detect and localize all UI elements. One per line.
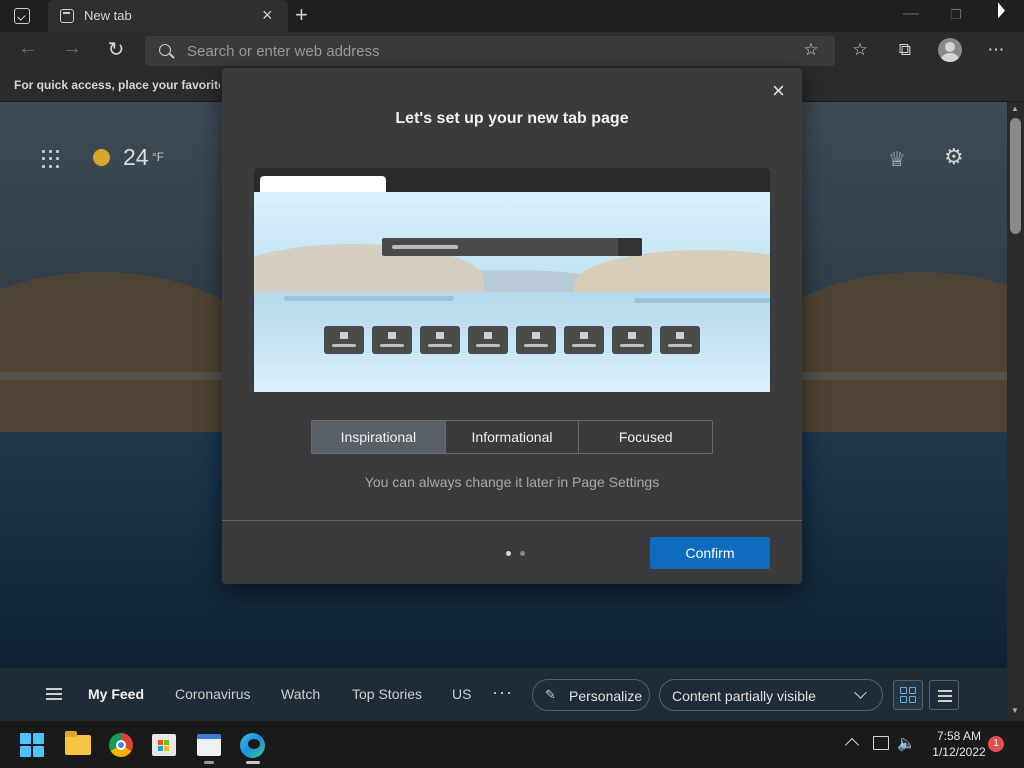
pencil-icon: ✎ xyxy=(545,687,556,702)
option-informational[interactable]: Informational xyxy=(446,421,580,453)
tab-new-tab[interactable]: New tab × xyxy=(48,0,288,32)
content-visibility-dropdown[interactable]: Content partially visible xyxy=(659,679,883,711)
microsoft-store-icon[interactable] xyxy=(152,734,176,756)
feed-menu-icon[interactable] xyxy=(46,688,62,700)
page-settings-gear-icon[interactable]: ⚙ xyxy=(944,146,964,168)
feed-more-button[interactable]: ··· xyxy=(492,682,513,703)
address-placeholder: Search or enter web address xyxy=(187,43,380,60)
feed-tab-my-feed[interactable]: My Feed xyxy=(88,686,144,702)
title-bar: New tab × + — ❐ xyxy=(0,0,1024,32)
settings-more-icon[interactable]: ⋯ xyxy=(984,40,1008,60)
personalize-label: Personalize xyxy=(569,688,643,704)
network-icon[interactable] xyxy=(873,736,889,750)
option-inspirational[interactable]: Inspirational xyxy=(312,421,446,453)
refresh-button[interactable]: ↻ xyxy=(102,37,130,62)
dialog-divider xyxy=(222,520,802,521)
preview-quick-link xyxy=(564,326,604,354)
back-button[interactable]: ← xyxy=(14,37,42,60)
feed-navigation-bar: My Feed Coronavirus Watch Top Stories US… xyxy=(0,668,1007,720)
forward-button[interactable]: → xyxy=(58,37,86,60)
page-dot-active xyxy=(506,551,511,556)
collections-icon[interactable]: ⧉ xyxy=(893,40,917,60)
favorites-icon[interactable]: ☆ xyxy=(848,40,872,60)
setup-dialog: × Let's set up your new tab page Inspira… xyxy=(222,68,802,584)
content-visibility-value: Content partially visible xyxy=(672,688,816,704)
favorites-hint: For quick access, place your favorites h… xyxy=(14,78,220,92)
notepad-icon[interactable] xyxy=(197,734,221,756)
preview-quick-link xyxy=(420,326,460,354)
feed-tab-watch[interactable]: Watch xyxy=(281,686,320,702)
confirm-button[interactable]: Confirm xyxy=(650,537,770,569)
page-dot xyxy=(520,551,525,556)
page-indicator xyxy=(506,551,526,557)
restore-button[interactable]: ❐ xyxy=(950,7,962,23)
list-view-button[interactable] xyxy=(929,680,959,710)
clock-date[interactable]: 1/12/2022 xyxy=(922,745,996,759)
feed-tab-us[interactable]: US xyxy=(452,686,471,702)
preview-quick-link xyxy=(324,326,364,354)
tab-title: New tab xyxy=(84,8,132,23)
app-launcher-icon[interactable] xyxy=(42,150,60,168)
chevron-down-icon xyxy=(854,686,867,699)
grid-view-button[interactable] xyxy=(893,680,923,710)
page-scrollbar[interactable]: ▲ ▼ xyxy=(1007,102,1024,720)
tab-close-button[interactable]: × xyxy=(262,5,273,25)
minimize-button[interactable]: — xyxy=(903,5,919,23)
edge-browser-icon[interactable] xyxy=(240,733,265,758)
profile-avatar[interactable] xyxy=(938,38,962,62)
feed-tab-coronavirus[interactable]: Coronavirus xyxy=(175,686,250,702)
preview-image xyxy=(254,192,770,392)
dialog-close-button[interactable]: × xyxy=(772,80,785,102)
clock-time[interactable]: 7:58 AM xyxy=(922,729,996,743)
scroll-down-arrow-icon[interactable]: ▼ xyxy=(1011,706,1019,715)
feed-tab-top-stories[interactable]: Top Stories xyxy=(352,686,422,702)
add-favorite-icon[interactable]: ☆ xyxy=(799,40,823,60)
preview-quick-link xyxy=(468,326,508,354)
tab-actions-icon[interactable] xyxy=(14,8,30,24)
weather-temperature[interactable]: 24 xyxy=(123,144,149,171)
start-menu-icon[interactable] xyxy=(20,733,44,757)
file-explorer-icon[interactable] xyxy=(65,731,91,755)
rewards-icon[interactable]: ♕ xyxy=(888,147,906,172)
dialog-title: Let's set up your new tab page xyxy=(395,110,629,127)
option-focused[interactable]: Focused xyxy=(579,421,712,453)
settings-hint: You can always change it later in Page S… xyxy=(364,474,660,490)
weather-sun-icon xyxy=(93,149,110,166)
search-icon xyxy=(159,44,171,56)
preview-search-box xyxy=(382,238,642,256)
preview-quick-link xyxy=(372,326,412,354)
layout-option-selector: Inspirational Informational Focused xyxy=(311,420,713,454)
new-tab-button[interactable]: + xyxy=(295,3,308,27)
scroll-up-arrow-icon[interactable]: ▲ xyxy=(1011,104,1019,113)
chrome-icon[interactable] xyxy=(109,733,133,757)
notification-badge[interactable]: 1 xyxy=(988,736,1004,752)
running-indicator xyxy=(204,761,214,764)
scroll-thumb[interactable] xyxy=(1010,118,1021,234)
active-indicator xyxy=(246,761,260,764)
preview-quick-link xyxy=(612,326,652,354)
new-tab-page-icon xyxy=(60,9,74,23)
preview-quick-link xyxy=(516,326,556,354)
show-hidden-icons-chevron-icon[interactable] xyxy=(844,737,860,753)
windows-taskbar: 🔈 7:58 AM 1/12/2022 1 xyxy=(0,720,1024,768)
address-bar[interactable]: Search or enter web address ☆ xyxy=(145,36,835,66)
personalize-button[interactable]: ✎ Personalize xyxy=(532,679,650,711)
mouse-cursor-icon xyxy=(998,2,1005,22)
weather-unit: °F xyxy=(152,150,165,164)
preview-quick-link xyxy=(660,326,700,354)
volume-icon[interactable]: 🔈 xyxy=(897,734,916,752)
layout-preview xyxy=(254,168,770,392)
browser-toolbar: ← → ↻ Search or enter web address ☆ ☆ ⧉ … xyxy=(0,32,1024,70)
